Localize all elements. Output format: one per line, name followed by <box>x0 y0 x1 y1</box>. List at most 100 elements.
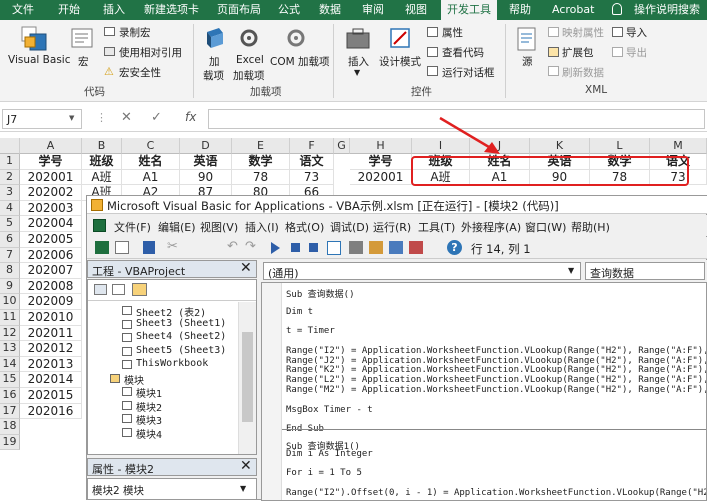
redo-icon[interactable]: ↷ <box>245 239 256 254</box>
vbe-menu-help[interactable]: 帮助(H) <box>571 219 610 235</box>
cell[interactable]: 90 <box>180 169 232 186</box>
row-header[interactable]: 11 <box>0 310 20 326</box>
vbe-menu-addins[interactable]: 外接程序(A) <box>461 219 521 235</box>
column-header[interactable]: E <box>232 138 290 154</box>
vbe-menu-view[interactable]: 视图(V) <box>200 219 238 235</box>
insert-function-button[interactable]: fx <box>185 110 196 124</box>
cell[interactable]: 202001 <box>20 169 82 186</box>
cell[interactable]: 202010 <box>20 310 82 326</box>
export-button[interactable]: 导出 <box>626 45 647 60</box>
vbe-menu-run[interactable]: 运行(R) <box>373 219 411 235</box>
undo-icon[interactable]: ↶ <box>227 239 238 254</box>
row-header[interactable]: 19 <box>0 434 20 451</box>
cell[interactable]: 202008 <box>20 278 82 295</box>
visual-basic-icon[interactable] <box>20 25 50 53</box>
insert-module-icon[interactable] <box>115 241 129 254</box>
row-header[interactable]: 4 <box>0 200 20 217</box>
name-box[interactable]: J7 ▼ <box>2 109 82 129</box>
cell[interactable]: 202012 <box>20 341 82 357</box>
project-scrollbar[interactable] <box>238 302 256 454</box>
row-header[interactable]: 2 <box>0 169 20 186</box>
cell[interactable]: 202009 <box>20 294 82 310</box>
break-icon[interactable] <box>291 243 300 252</box>
run-dialog-button[interactable]: 运行对话框 <box>442 65 495 80</box>
row-header[interactable]: 12 <box>0 325 20 342</box>
column-header[interactable]: C <box>122 138 180 154</box>
view-code-button[interactable]: 查看代码 <box>442 45 484 60</box>
design-mode-toggle-icon[interactable] <box>327 241 341 255</box>
macro-button[interactable]: 宏 <box>78 54 89 69</box>
row-header[interactable]: 9 <box>0 278 20 295</box>
macro-security-button[interactable]: 宏安全性 <box>119 65 161 80</box>
help-icon[interactable]: ? <box>447 240 462 255</box>
select-all-corner[interactable] <box>0 138 20 154</box>
cell[interactable]: 英语 <box>180 154 232 170</box>
row-header[interactable]: 1 <box>0 154 20 170</box>
excel-icon[interactable] <box>93 219 106 232</box>
cell[interactable]: A班 <box>82 169 122 186</box>
row-header[interactable]: 10 <box>0 294 20 310</box>
row-header[interactable]: 13 <box>0 341 20 357</box>
enter-icon[interactable]: ✓ <box>151 110 162 125</box>
row-header[interactable]: 18 <box>0 419 20 435</box>
column-header[interactable]: G <box>334 138 350 154</box>
tab-formulas[interactable]: 公式 <box>278 0 300 20</box>
tab-developer[interactable]: 开发工具 <box>441 0 497 20</box>
view-code-icon[interactable] <box>94 284 107 295</box>
cell[interactable]: 202002 <box>20 185 82 201</box>
cell[interactable]: 学号 <box>20 154 82 170</box>
cell[interactable]: 202011 <box>20 325 82 342</box>
cut-icon[interactable]: ✂ <box>167 239 178 254</box>
tab-tell-me[interactable]: 操作说明搜索 <box>634 0 700 20</box>
tab-acrobat[interactable]: Acrobat <box>552 0 594 20</box>
cancel-icon[interactable]: ✕ <box>121 110 132 125</box>
tab-home[interactable]: 开始 <box>58 0 80 20</box>
column-header[interactable]: H <box>350 138 412 154</box>
cell[interactable]: 202015 <box>20 388 82 404</box>
vbe-menu-tools[interactable]: 工具(T) <box>418 219 455 235</box>
cell[interactable]: 202006 <box>20 247 82 264</box>
project-explorer-icon[interactable] <box>349 241 363 254</box>
cell[interactable]: 语文 <box>290 154 334 170</box>
tab-help[interactable]: 帮助 <box>509 0 531 20</box>
code-editor[interactable]: Sub 查询数据() Dim t t = Timer Range("I2") = Ap… <box>261 282 707 501</box>
column-header[interactable]: L <box>590 138 650 154</box>
vbe-menu-file[interactable]: 文件(F) <box>114 219 151 235</box>
object-browser-icon[interactable] <box>389 241 403 254</box>
tab-file[interactable]: 文件 <box>12 0 34 20</box>
column-header[interactable]: F <box>290 138 334 154</box>
cell[interactable]: A1 <box>122 169 180 186</box>
properties-object-select[interactable]: 模块2 模块 ▼ <box>87 478 257 500</box>
close-icon[interactable]: ✕ <box>240 458 252 474</box>
cell[interactable]: 202003 <box>20 200 82 217</box>
cell[interactable]: 班级 <box>82 154 122 170</box>
cell[interactable]: 202007 <box>20 263 82 279</box>
column-header[interactable]: M <box>650 138 707 154</box>
reset-icon[interactable] <box>309 243 318 252</box>
tab-insert[interactable]: 插入 <box>103 0 125 20</box>
source-button[interactable]: 源 <box>522 54 533 69</box>
import-button[interactable]: 导入 <box>626 25 647 40</box>
cell[interactable]: 202004 <box>20 216 82 232</box>
cell[interactable]: 202014 <box>20 372 82 388</box>
object-combo[interactable]: (通用) ▼ <box>263 262 581 280</box>
gear-icon[interactable] <box>238 26 260 50</box>
row-header[interactable]: 5 <box>0 216 20 232</box>
tab-data[interactable]: 数据 <box>319 0 341 20</box>
relative-reference-button[interactable]: 使用相对引用 <box>119 45 182 60</box>
vbe-title-bar[interactable]: Microsoft Visual Basic for Applications … <box>87 196 707 214</box>
macro-icon[interactable] <box>70 26 96 52</box>
tab-new[interactable]: 新建选项卡 <box>144 0 199 20</box>
row-header[interactable]: 15 <box>0 372 20 388</box>
toolbox-icon[interactable] <box>409 241 423 254</box>
visual-basic-button[interactable]: Visual Basic <box>8 54 70 66</box>
properties-window-icon[interactable] <box>369 241 383 254</box>
row-header[interactable]: 8 <box>0 263 20 279</box>
cell[interactable]: 202013 <box>20 356 82 373</box>
tab-view[interactable]: 视图 <box>405 0 427 20</box>
column-header[interactable]: A <box>20 138 82 154</box>
design-mode-icon[interactable] <box>388 26 412 50</box>
vbe-menu-format[interactable]: 格式(O) <box>285 219 324 235</box>
cell[interactable]: 78 <box>232 169 290 186</box>
cell[interactable]: 73 <box>290 169 334 186</box>
